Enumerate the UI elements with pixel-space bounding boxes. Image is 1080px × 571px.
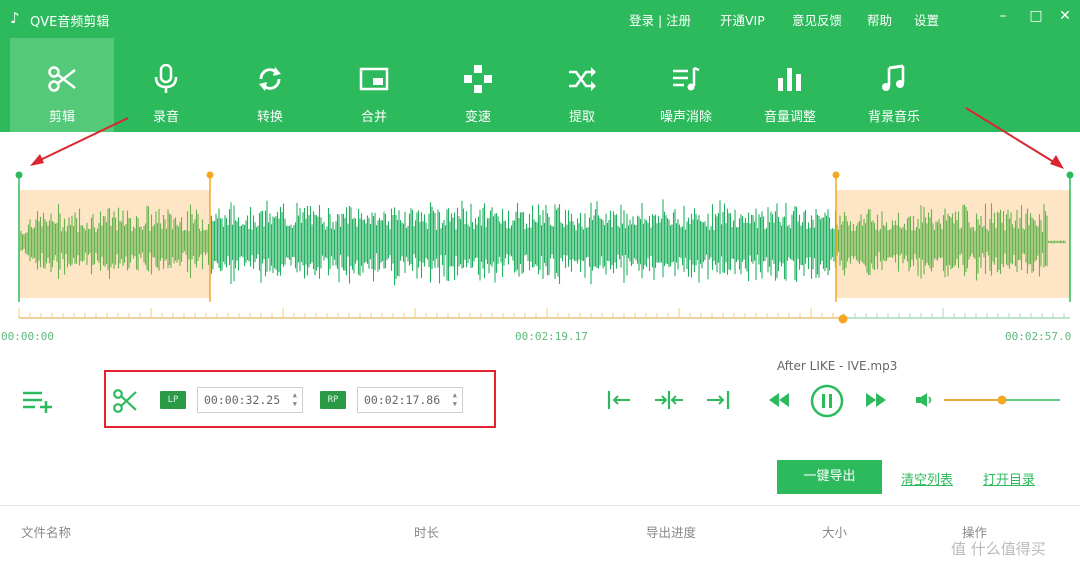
rp-time-input[interactable]: 00:02:17.86 ▲ ▼ <box>357 387 463 413</box>
playhead[interactable] <box>838 314 848 324</box>
lp-time-value: 00:00:32.25 <box>204 393 281 407</box>
left-cut-handle[interactable] <box>206 171 214 179</box>
waveform-panel[interactable]: 00:00:00 00:02:19.17 00:02:57.0 <box>0 132 1080 352</box>
right-cut-handle[interactable] <box>832 171 840 179</box>
tool-extract[interactable]: 提取 <box>530 38 634 132</box>
tool-volume-adjust[interactable]: 音量调整 <box>738 38 842 132</box>
merge-icon <box>359 67 389 91</box>
title-bar: ♪ QVE音频剪辑 登录 | 注册 开通VIP 意见反馈 帮助 设置 – □ ✕ <box>0 0 1080 38</box>
timeline-end-label: 00:02:57.0 <box>1005 330 1072 343</box>
noise-removal-icon <box>673 66 700 91</box>
open-directory-link[interactable]: 打开目录 <box>983 469 1035 488</box>
tool-label: 合并 <box>360 110 387 125</box>
timeline-start-label: 00:00:00 <box>1 330 54 343</box>
extract-icon <box>569 67 596 91</box>
vip-link[interactable]: 开通VIP <box>720 10 765 29</box>
tool-label: 背景音乐 <box>867 110 920 125</box>
rewind-icon[interactable] <box>767 392 791 408</box>
watermark-logo: 值 什么值得买 <box>951 540 1046 558</box>
tool-background-music[interactable]: 背景音乐 <box>842 38 946 132</box>
column-header: 文件名称 <box>21 525 72 540</box>
tool-noise-removal[interactable]: 噪声消除 <box>634 38 738 132</box>
login-register-link[interactable]: 登录 | 注册 <box>629 10 691 29</box>
settings-link[interactable]: 设置 <box>914 10 939 29</box>
tool-label: 噪声消除 <box>659 110 712 125</box>
jump-to-end-icon[interactable] <box>705 388 731 412</box>
tool-cut[interactable]: 剪辑 <box>10 38 114 132</box>
help-link[interactable]: 帮助 <box>867 10 892 29</box>
waveform-canvas <box>15 171 1074 324</box>
column-header: 大小 <box>822 525 848 540</box>
tool-speed[interactable]: 变速 <box>426 38 530 132</box>
start-handle[interactable] <box>15 171 23 179</box>
music-note-icon: ♪ <box>10 9 20 27</box>
feedback-link[interactable]: 意见反馈 <box>792 10 842 29</box>
tool-label: 录音 <box>152 110 179 125</box>
volume-slider[interactable] <box>942 393 1062 407</box>
column-header: 时长 <box>414 525 440 540</box>
pause-icon[interactable] <box>810 384 844 418</box>
audio-editor-window: ♪ QVE音频剪辑 登录 | 注册 开通VIP 意见反馈 帮助 设置 – □ ✕… <box>0 0 1080 571</box>
app-title: QVE音频剪辑 <box>30 15 110 30</box>
convert-icon <box>259 67 281 91</box>
rp-tag: RP <box>320 391 346 409</box>
current-filename: After LIKE - IVE.mp3 <box>777 359 898 373</box>
column-header: 导出进度 <box>646 525 697 540</box>
add-to-playlist-icon[interactable] <box>20 386 54 416</box>
background-music-icon <box>882 64 905 91</box>
tool-merge[interactable]: 合并 <box>322 38 426 132</box>
one-click-export-button[interactable]: 一键导出 <box>777 460 882 494</box>
jump-to-start-icon[interactable] <box>606 388 632 412</box>
end-handle[interactable] <box>1066 171 1074 179</box>
rp-time-value: 00:02:17.86 <box>364 393 441 407</box>
volume-icon[interactable] <box>915 392 935 408</box>
scissors-icon <box>48 66 76 92</box>
main-toolbar: 剪辑 录音 转换 合并 变速 提取 噪声消除 音量调整 背景音乐 <box>0 38 1080 132</box>
tool-label: 剪辑 <box>48 110 75 125</box>
tool-label: 音量调整 <box>763 110 816 125</box>
tool-label: 提取 <box>568 110 595 125</box>
lp-time-input[interactable]: 00:00:32.25 ▲ ▼ <box>197 387 303 413</box>
fast-forward-icon[interactable] <box>864 392 888 408</box>
lp-tag: LP <box>160 391 186 409</box>
file-table-header: 文件名称 时长 导出进度 大小 操作 <box>0 505 1080 555</box>
scissors-icon[interactable] <box>112 388 138 414</box>
spin-arrows-icon[interactable]: ▲ ▼ <box>453 391 457 409</box>
clear-list-link[interactable]: 清空列表 <box>901 469 953 488</box>
volume-adjust-icon <box>778 68 801 91</box>
minimize-button[interactable]: – <box>993 8 1013 24</box>
tool-label: 变速 <box>464 110 491 125</box>
timeline-mid-label: 00:02:19.17 <box>515 330 588 343</box>
speed-icon <box>464 65 492 93</box>
tool-label: 转换 <box>256 110 283 125</box>
spin-arrows-icon[interactable]: ▲ ▼ <box>293 391 297 409</box>
maximize-button[interactable]: □ <box>1026 8 1046 24</box>
tool-record[interactable]: 录音 <box>114 38 218 132</box>
close-button[interactable]: ✕ <box>1055 8 1075 24</box>
jump-to-middle-icon[interactable] <box>654 388 684 412</box>
microphone-icon <box>154 64 178 93</box>
tool-convert[interactable]: 转换 <box>218 38 322 132</box>
